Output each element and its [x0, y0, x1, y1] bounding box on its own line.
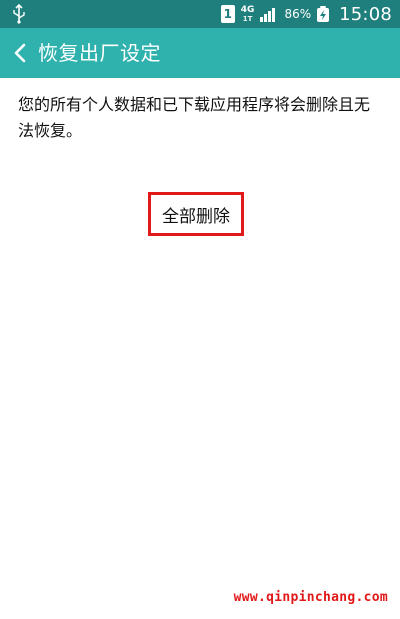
clock: 15:08 [339, 3, 392, 25]
watermark: www.qinpinchang.com [233, 590, 388, 605]
usb-icon [10, 3, 28, 24]
signal-bar [268, 11, 272, 22]
delete-all-button[interactable]: 全部删除 [148, 192, 244, 236]
title-bar: 恢复出厂设定 [0, 28, 400, 78]
network-type: 4G 1T [240, 4, 255, 23]
signal-bar [264, 14, 268, 22]
status-indicators: 1 4G 1T 86% 15:08 [220, 0, 392, 28]
chevron-left-icon [14, 43, 26, 63]
page-title: 恢复出厂设定 [38, 41, 161, 65]
battery-percent: 86% [284, 7, 312, 21]
signal-bars-icon [260, 6, 278, 22]
network-type-label: 4G [240, 4, 255, 15]
network-sub-label: 1T [242, 14, 253, 23]
delete-all-label: 全部删除 [162, 206, 230, 227]
back-button[interactable] [6, 38, 34, 68]
signal-bar [260, 17, 264, 22]
sim-slot-badge: 1 [220, 5, 235, 23]
battery-charging-icon [317, 6, 330, 22]
signal-bar [272, 8, 276, 22]
reset-description: 您的所有个人数据和已下载应用程序将会删除且无法恢复。 [18, 95, 371, 140]
status-bar: 1 4G 1T 86% 15:08 [0, 0, 400, 28]
